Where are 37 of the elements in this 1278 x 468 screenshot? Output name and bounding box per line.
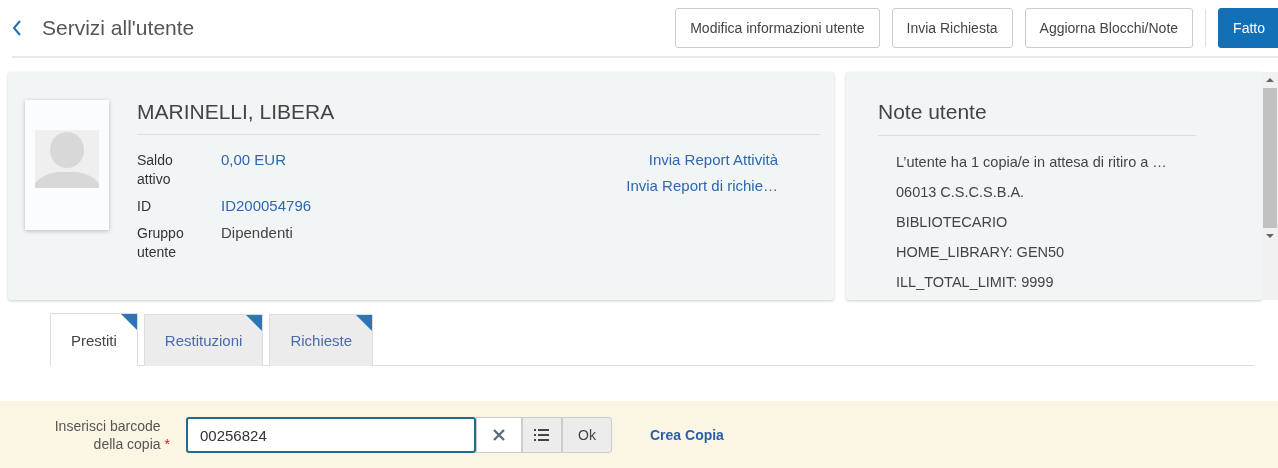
scrollbar[interactable] (1262, 72, 1278, 300)
note-text: ILL_TOTAL_LIMIT: 9999 (896, 274, 1055, 292)
notes-title: Note utente (878, 100, 1196, 136)
header-button[interactable]: Aggiorna Blocchi/Note (1024, 8, 1194, 48)
header-button[interactable]: Modifica informazioni utente (675, 8, 880, 48)
report-link[interactable]: Invia Report Attività (648, 151, 778, 168)
header-button[interactable]: Fatto (1218, 8, 1278, 48)
barcode-field[interactable]: 00256824 (186, 417, 476, 453)
page-title: Servizi all'utente (42, 16, 196, 40)
field-label: ID (137, 197, 152, 216)
field-link[interactable]: 0,00 EUR (221, 151, 287, 189)
ok-button[interactable]: Ok (562, 417, 612, 453)
note-text: HOME_LIBRARY: GEN50 (896, 244, 1066, 262)
close-icon (492, 428, 506, 442)
note-text: BIBLIOTECARIO (896, 214, 1009, 232)
scroll-down-icon[interactable] (1266, 234, 1274, 238)
field-label: Gruppo utente (137, 224, 185, 262)
back-icon[interactable] (12, 20, 22, 36)
tab[interactable]: Restituzioni (143, 314, 264, 366)
scroll-up-icon[interactable] (1266, 78, 1274, 82)
field-label: Saldo attivo (137, 151, 174, 189)
field-value: Dipendenti (221, 224, 293, 243)
field-link[interactable]: ID200054796 (221, 197, 312, 216)
avatar-icon (25, 100, 109, 230)
list-button[interactable] (522, 417, 562, 453)
clear-button[interactable] (476, 417, 522, 453)
note-text: 06013 C.S.C.S.B.A. (896, 184, 1026, 202)
header-button[interactable]: Invia Richiesta (891, 8, 1013, 48)
create-copy-link[interactable]: Crea Copia (650, 427, 724, 443)
report-link[interactable]: Invia Report di richie… (626, 177, 778, 194)
required-mark: * (164, 435, 170, 453)
list-icon (534, 429, 550, 441)
field-label: Inserisci barcode della copia (53, 417, 161, 453)
tab[interactable]: Richieste (269, 314, 374, 366)
tab[interactable]: Prestiti (50, 313, 138, 366)
user-name: MARINELLI, LIBERA (137, 100, 820, 135)
note-text: L’utente ha 1 copia/e in attesa di ritiro a … (896, 154, 1168, 172)
